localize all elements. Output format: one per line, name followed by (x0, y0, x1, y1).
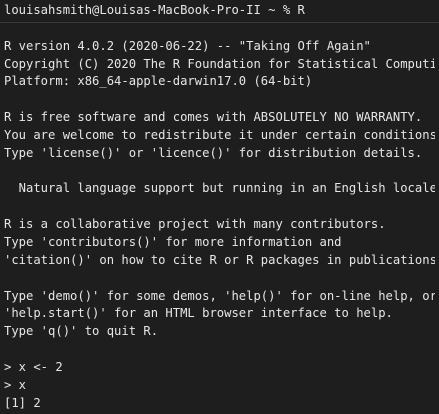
redistribute-line: You are welcome to redistribute it under… (4, 127, 435, 142)
title-divider (0, 22, 439, 23)
quit-line: Type 'q()' to quit R. (4, 324, 159, 339)
shell-prompt-line: louisahsmith@Louisas-MacBook-Pro-II ~ % … (4, 3, 305, 17)
copyright-line: Copyright (C) 2020 The R Foundation for … (4, 56, 435, 71)
license-line: Type 'license()' or 'licence()' for dist… (4, 145, 423, 160)
collaborative-line: R is a collaborative project with many c… (4, 217, 386, 232)
help-start-line: 'help.start()' for an HTML browser inter… (4, 306, 393, 321)
demo-help-line: Type 'demo()' for some demos, 'help()' f… (4, 288, 435, 303)
r-version-line: R version 4.0.2 (2020-06-22) -- "Taking … (4, 38, 371, 53)
contributors-line: Type 'contributors()' for more informati… (4, 234, 342, 249)
terminal-window[interactable]: louisahsmith@Louisas-MacBook-Pro-II ~ % … (0, 0, 439, 414)
command-line-print: > x (4, 377, 27, 392)
command-line-assign: > x <- 2 (4, 359, 63, 374)
output-line: [1] 2 (4, 395, 41, 410)
warranty-line: R is free software and comes with ABSOLU… (4, 110, 423, 125)
citation-line: 'citation()' on how to cite R or R packa… (4, 252, 435, 267)
platform-line: Platform: x86_64-apple-darwin17.0 (64-bi… (4, 74, 313, 89)
locale-line: Natural language support but running in … (4, 181, 435, 196)
